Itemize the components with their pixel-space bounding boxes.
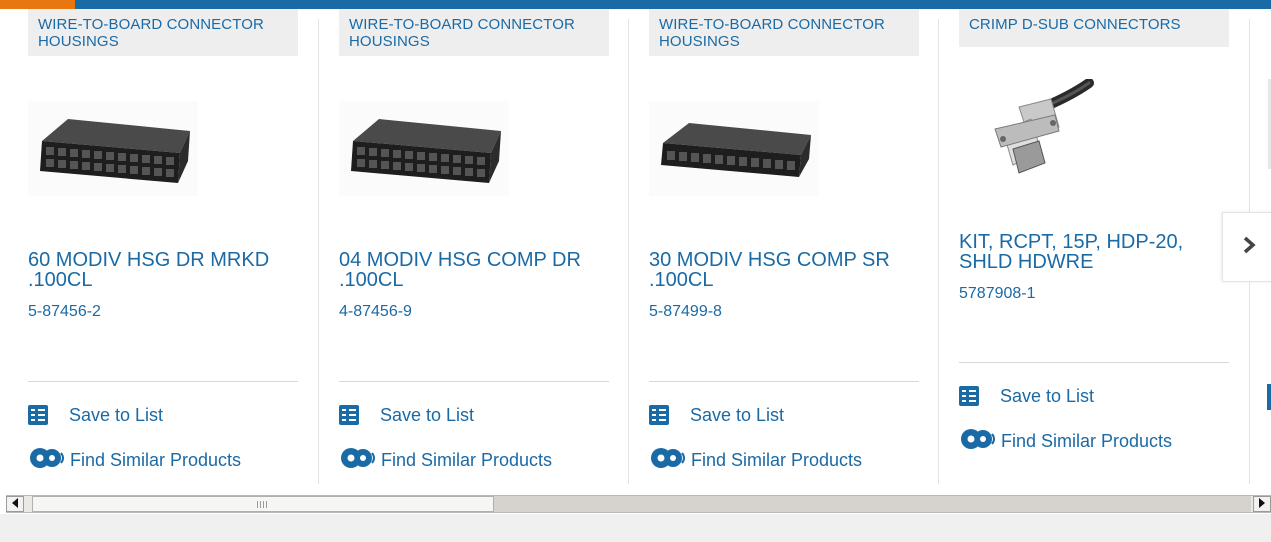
top-accent-bar <box>0 0 1271 9</box>
save-to-list-label: Save to List <box>1000 385 1095 406</box>
arrow-right-icon <box>1258 495 1266 513</box>
checklist-icon <box>649 405 669 425</box>
save-to-list-button[interactable]: Save to List <box>28 403 163 427</box>
save-to-list-button[interactable]: Save to List <box>339 403 474 427</box>
find-similar-products-button[interactable]: Find Similar Products <box>959 428 1173 455</box>
top-accent-orange <box>0 0 75 9</box>
product-part-number[interactable]: 4-87456-9 <box>339 303 412 321</box>
gears-icon <box>959 428 997 455</box>
save-to-list-label: Save to List <box>690 404 785 425</box>
product-image[interactable] <box>649 101 819 196</box>
card-separator <box>628 19 629 484</box>
find-similar-products-button[interactable]: Find Similar Products <box>339 447 553 474</box>
arrow-left-icon <box>11 495 19 513</box>
product-part-number[interactable]: 5-87456-2 <box>28 303 101 321</box>
find-similar-label: Find Similar Products <box>381 449 553 470</box>
scrollbar-track[interactable] <box>494 496 1251 512</box>
find-similar-label: Find Similar Products <box>1001 430 1173 451</box>
product-image[interactable] <box>959 78 1099 189</box>
product-image[interactable] <box>28 101 198 196</box>
scroll-right-button[interactable] <box>1253 496 1271 512</box>
product-category[interactable]: WIRE-TO-BOARD CONNECTOR HOUSINGS <box>649 9 919 56</box>
checklist-icon <box>339 405 359 425</box>
product-title[interactable]: KIT, RCPT, 15P, HDP-20, SHLD HDWRE <box>959 232 1229 272</box>
product-image[interactable] <box>339 101 509 196</box>
card-separator <box>318 19 319 484</box>
save-to-list-label: Save to List <box>380 404 475 425</box>
scroll-left-button[interactable] <box>6 496 24 512</box>
card-divider <box>959 362 1229 363</box>
product-category[interactable]: WIRE-TO-BOARD CONNECTOR HOUSINGS <box>339 9 609 56</box>
horizontal-scrollbar[interactable] <box>6 495 1271 513</box>
save-to-list-label: Save to List <box>69 404 164 425</box>
card-divider <box>28 381 298 382</box>
product-title[interactable]: 60 MODIV HSG DR MRKD .100CL <box>28 250 298 290</box>
product-category[interactable]: CRIMP D-SUB CONNECTORS <box>959 9 1229 47</box>
save-icon-partial <box>1267 384 1271 410</box>
scrollbar-grip <box>257 501 267 508</box>
chevron-right-icon <box>1242 233 1256 261</box>
window-bottom-area <box>0 514 1271 542</box>
card-separator <box>938 19 939 484</box>
card-divider <box>649 381 919 382</box>
save-to-list-button[interactable]: Save to List <box>959 384 1094 408</box>
find-similar-products-button[interactable]: Find Similar Products <box>649 447 863 474</box>
checklist-icon <box>28 405 48 425</box>
find-similar-products-button[interactable]: Find Similar Products <box>28 447 242 474</box>
find-similar-label: Find Similar Products <box>70 449 242 470</box>
product-carousel: WIRE-TO-BOARD CONNECTOR HOUSINGS 60 MODI… <box>0 9 1271 487</box>
card-divider <box>339 381 609 382</box>
product-part-number[interactable]: 5-87499-8 <box>649 303 722 321</box>
product-card: WIRE-TO-BOARD CONNECTOR HOUSINGS 30 MODI… <box>649 9 939 487</box>
product-title[interactable]: 30 MODIV HSG COMP SR .100CL <box>649 250 919 290</box>
gears-icon <box>28 447 66 474</box>
gears-icon <box>339 447 377 474</box>
product-title[interactable]: 04 MODIV HSG COMP DR .100CL <box>339 250 609 290</box>
product-category[interactable]: WIRE-TO-BOARD CONNECTOR HOUSINGS <box>28 9 298 56</box>
product-card: WIRE-TO-BOARD CONNECTOR HOUSINGS 04 MODI… <box>339 9 629 487</box>
product-card: CRIMP D-SUB CONNECTORS KIT, RCPT, 15P, H… <box>959 9 1249 487</box>
product-card: WIRE-TO-BOARD CONNECTOR HOUSINGS 60 MODI… <box>28 9 318 487</box>
scrollbar-thumb[interactable] <box>32 496 494 512</box>
checklist-icon <box>959 386 979 406</box>
gears-icon <box>649 447 687 474</box>
save-to-list-button[interactable]: Save to List <box>649 403 784 427</box>
product-part-number[interactable]: 5787908-1 <box>959 285 1036 303</box>
carousel-next-button[interactable] <box>1222 212 1271 282</box>
find-similar-label: Find Similar Products <box>691 449 863 470</box>
